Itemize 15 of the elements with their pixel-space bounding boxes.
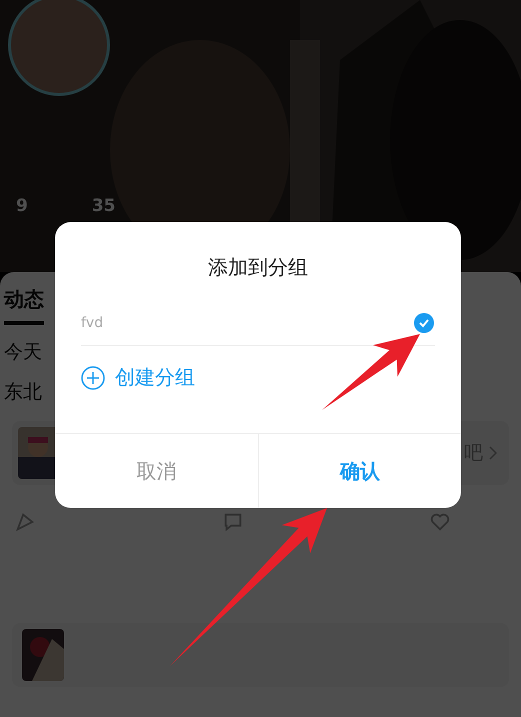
create-group-button[interactable]: 创建分组 <box>81 364 195 391</box>
stat-count: 35 <box>92 196 116 216</box>
dialog-title: 添加到分组 <box>208 254 308 281</box>
group-name[interactable]: fvd <box>81 315 104 331</box>
confirm-button[interactable]: 确认 <box>258 434 461 508</box>
cancel-button[interactable]: 取消 <box>55 434 258 508</box>
heart-icon[interactable] <box>429 511 451 533</box>
stat-count: 9 <box>16 196 28 216</box>
check-icon[interactable] <box>413 312 435 334</box>
share-icon[interactable] <box>14 511 36 533</box>
author-name: 东北 <box>4 380 43 405</box>
plus-icon <box>81 366 105 390</box>
chevron-right-icon <box>489 446 497 460</box>
date-label: 今天 <box>4 340 43 365</box>
tab[interactable]: 动态 <box>4 286 44 325</box>
